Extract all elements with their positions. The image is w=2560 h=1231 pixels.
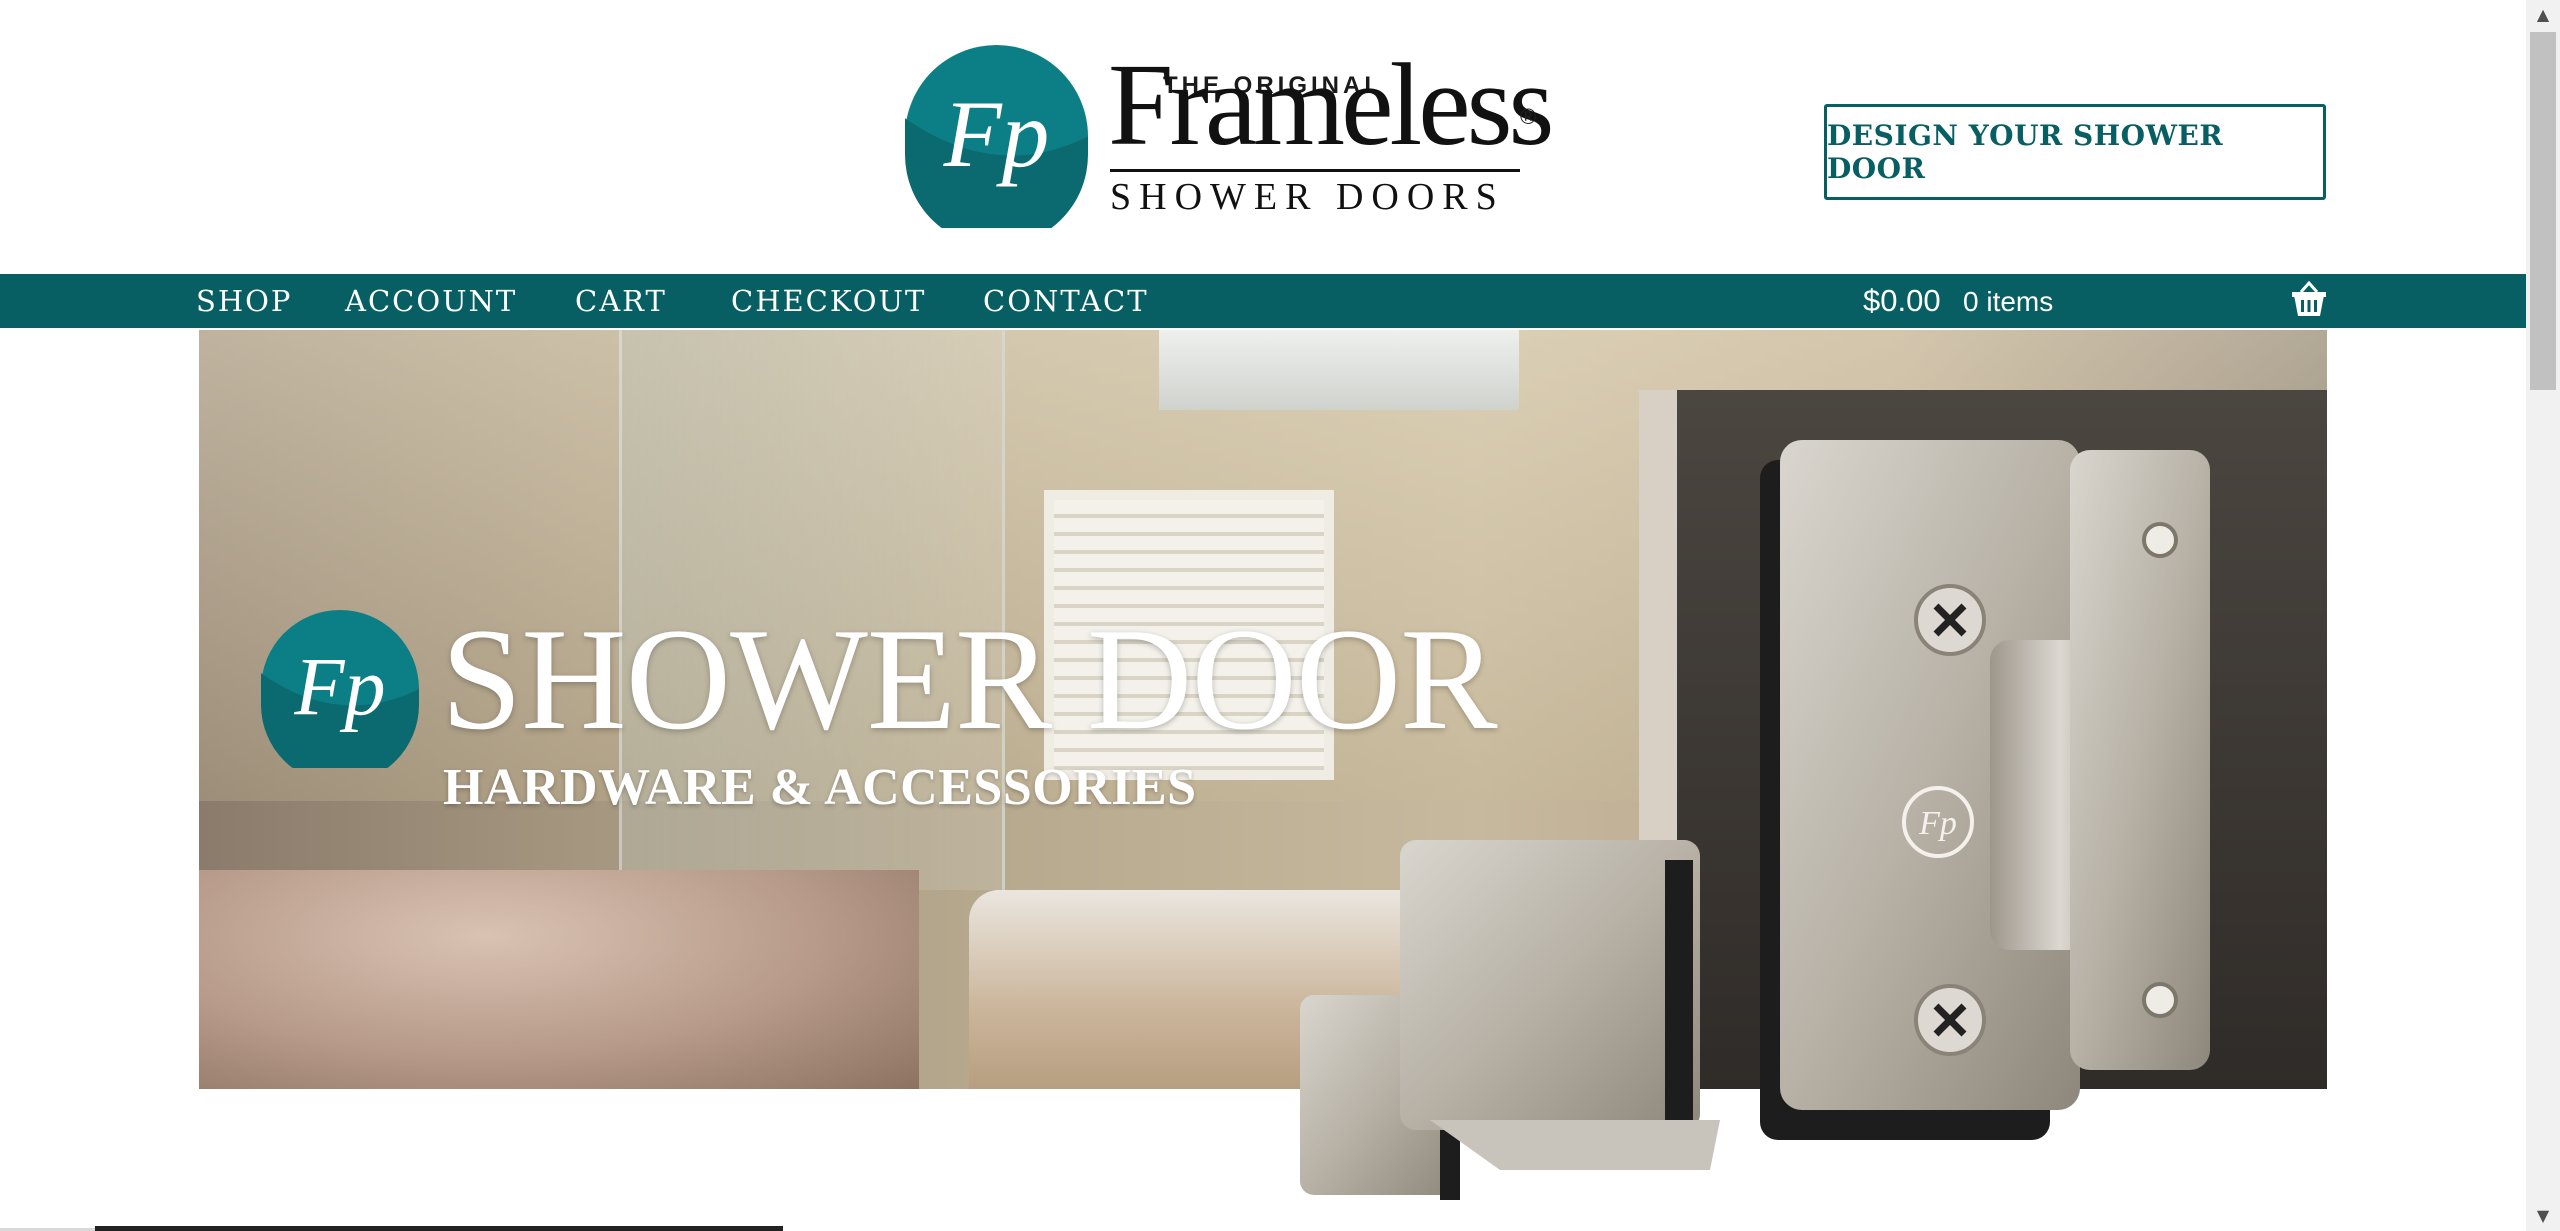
scrollbar-thumb[interactable]	[2530, 32, 2556, 390]
site-logo[interactable]: Fp THE ORIGINAL Frameless ® SHOWER DOORS	[905, 42, 1554, 232]
main-navigation: SHOP ACCOUNT CART CHECKOUT CONTACT $0.00…	[0, 274, 2526, 328]
nav-item-account[interactable]: ACCOUNT	[345, 274, 517, 328]
bottom-edge-dark-strip	[95, 1226, 783, 1231]
nav-item-checkout[interactable]: CHECKOUT	[731, 274, 926, 328]
cart-item-count[interactable]: 0 items	[1963, 274, 2053, 328]
svg-text:Fp: Fp	[293, 641, 385, 732]
svg-text:Fp: Fp	[943, 81, 1050, 187]
scroll-up-arrow-icon[interactable]: ▲	[2526, 0, 2560, 30]
basket-icon[interactable]	[2288, 280, 2330, 320]
hinge-product-image: Fp	[1300, 440, 2210, 1200]
logo-monogram-icon: Fp	[905, 45, 1088, 228]
hero-subtitle: HARDWARE & ACCESSORIES	[443, 759, 1197, 816]
logo-rule	[1110, 169, 1520, 172]
scroll-down-arrow-icon[interactable]: ▼	[2526, 1201, 2560, 1231]
nav-item-shop[interactable]: SHOP	[196, 274, 292, 328]
page-scrollbar[interactable]: ▲ ▼	[2526, 0, 2560, 1231]
logo-wordmark: Frameless	[1108, 39, 1554, 170]
nav-item-contact[interactable]: CONTACT	[983, 274, 1149, 328]
logo-subline: SHOWER DOORS	[1110, 176, 1505, 218]
logo-registered-mark: ®	[1520, 104, 1537, 129]
svg-text:Fp: Fp	[1918, 805, 1957, 842]
hero-monogram-icon: Fp	[261, 610, 419, 768]
hero-countertop	[199, 870, 919, 1089]
design-shower-door-button[interactable]: DESIGN YOUR SHOWER DOOR	[1824, 104, 2326, 200]
nav-item-cart[interactable]: CART	[575, 274, 667, 328]
cart-total[interactable]: $0.00	[1863, 274, 1941, 328]
hero-skylight	[1159, 330, 1519, 410]
